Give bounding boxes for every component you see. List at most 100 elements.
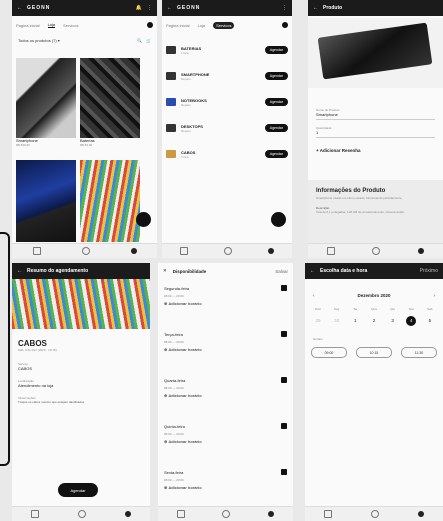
recents-icon[interactable]	[180, 247, 188, 255]
recents-icon[interactable]	[324, 510, 333, 518]
time-slot[interactable]: 11:30	[401, 347, 437, 358]
back-icon[interactable]	[268, 248, 274, 254]
date-cell[interactable]: 30	[330, 316, 344, 326]
more-menu-icon[interactable]: ⋮	[147, 5, 152, 11]
checkbox-icon[interactable]	[281, 377, 287, 383]
recents-icon[interactable]	[32, 247, 41, 255]
tab-shop[interactable]: Loja	[47, 22, 56, 28]
screen-title: Resumo do agendamento	[27, 268, 89, 274]
schedule-button[interactable]: Agendar	[264, 72, 288, 80]
back-arrow-icon[interactable]: ←	[313, 5, 318, 11]
schedule-button[interactable]: Agendar	[264, 46, 288, 54]
time-range[interactable]: 08:00 — 20:00	[164, 340, 287, 344]
tab-home[interactable]: Pagina inicial	[16, 23, 40, 28]
add-time-label: Adicionar horário	[168, 347, 202, 352]
back-icon[interactable]	[130, 248, 137, 254]
laptop-image[interactable]	[16, 160, 76, 242]
filter-dropdown[interactable]: Todos os produtos (7) ▾	[18, 38, 60, 43]
back-arrow-icon[interactable]: ←	[17, 268, 22, 274]
checkbox-icon[interactable]	[281, 331, 287, 337]
tab-shop[interactable]: Loja	[198, 23, 206, 28]
day-name: Terça-feira	[164, 331, 183, 337]
add-time-button[interactable]: ⊕ Adicionar horário	[164, 301, 287, 306]
app-bar: ← Resumo do agendamento	[12, 263, 150, 279]
tab-services[interactable]: Servicos	[63, 23, 78, 28]
add-review-button[interactable]: + Adicionar Resenha	[316, 148, 435, 153]
more-menu-icon[interactable]: ⋮	[282, 5, 287, 11]
recents-icon[interactable]	[176, 510, 185, 518]
date-cell[interactable]: 29	[311, 316, 325, 326]
next-button[interactable]: Próximo	[420, 268, 438, 274]
time-slot[interactable]: 09:00	[311, 347, 347, 358]
home-icon[interactable]	[370, 510, 379, 518]
back-icon[interactable]	[268, 511, 275, 517]
add-time-button[interactable]: ⊕ Adicionar horário	[164, 485, 287, 490]
tab-home[interactable]: Pagina inicial	[166, 23, 190, 28]
service-row[interactable]: DESKTOPS Reparo Agendar	[166, 120, 288, 136]
add-time-button[interactable]: ⊕ Adicionar horário	[164, 347, 287, 352]
back-icon[interactable]	[417, 511, 424, 517]
tab-services[interactable]: Servicos	[213, 21, 235, 29]
app-bar: ← Produto	[308, 0, 443, 16]
checkbox-icon[interactable]	[281, 423, 287, 429]
schedule-button[interactable]: Agendar	[264, 98, 288, 106]
search-icon[interactable]: 🔍	[137, 38, 142, 43]
add-product-fab[interactable]	[136, 212, 151, 227]
qty-field[interactable]: 1	[316, 130, 435, 138]
cables-image[interactable]	[80, 160, 140, 242]
cable-icon	[166, 150, 176, 158]
product-card[interactable]: Smartphone R$ 500,00	[16, 58, 76, 147]
recents-icon[interactable]	[31, 510, 40, 518]
service-row[interactable]: NOTEBOOKS Reparo Agendar	[166, 94, 288, 110]
name-field[interactable]: Smartphone	[316, 112, 435, 120]
recents-icon[interactable]	[326, 247, 335, 255]
notification-icon[interactable]: 🔔	[136, 5, 142, 11]
back-icon[interactable]	[418, 248, 425, 254]
service-row[interactable]: CABOS Troca Agendar	[166, 146, 288, 162]
date-cell[interactable]: 5	[423, 316, 437, 326]
back-arrow-icon[interactable]: ←	[310, 268, 315, 274]
back-icon[interactable]	[124, 511, 131, 517]
schedule-button[interactable]: Agendar	[58, 483, 98, 497]
schedule-button[interactable]: Agendar	[264, 150, 288, 158]
service-row[interactable]: SMARTPHONE Reparo Agendar	[166, 68, 288, 84]
time-range[interactable]: 08:00 — 20:00	[164, 386, 287, 390]
date-cell-selected[interactable]: 4	[406, 316, 417, 326]
cart-icon[interactable]: 🛒	[146, 38, 151, 43]
date-cell[interactable]: 2	[367, 316, 381, 326]
time-range[interactable]: 08:00 — 20:00	[164, 294, 287, 298]
system-nav-bar	[308, 243, 443, 258]
day-name: Quinta-feira	[164, 423, 185, 429]
schedule-button[interactable]: Agendar	[264, 124, 288, 132]
add-time-label: Adicionar horário	[168, 439, 202, 444]
add-time-button[interactable]: ⊕ Adicionar horário	[164, 393, 287, 398]
home-icon[interactable]	[77, 510, 86, 518]
battery-icon	[166, 46, 176, 54]
checkbox-icon[interactable]	[281, 469, 287, 475]
date-cell[interactable]: 3	[386, 316, 400, 326]
time-slot[interactable]: 10:15	[356, 347, 392, 358]
back-arrow-icon[interactable]: ←	[17, 5, 22, 11]
back-arrow-icon[interactable]: ←	[167, 5, 172, 11]
avatar[interactable]	[147, 22, 153, 28]
save-button[interactable]: Salvar	[275, 269, 288, 274]
date-cell[interactable]: 1	[348, 316, 362, 326]
time-range[interactable]: 08:00 — 20:00	[164, 432, 287, 436]
checkbox-icon[interactable]	[281, 285, 287, 291]
home-icon[interactable]	[224, 247, 232, 255]
weekday-label: Qui	[390, 307, 395, 311]
add-service-fab[interactable]	[271, 212, 286, 227]
service-value: CABOS	[18, 366, 33, 371]
service-row[interactable]: BATERIAS Troca Agendar	[166, 42, 288, 58]
system-nav-bar	[12, 506, 150, 521]
home-icon[interactable]	[222, 510, 231, 518]
add-time-button[interactable]: ⊕ Adicionar horário	[164, 439, 287, 444]
home-icon[interactable]	[81, 247, 90, 255]
time-range[interactable]: 08:00 — 20:00	[164, 478, 287, 482]
product-card[interactable]: Baterias R$ 50,00	[80, 58, 140, 147]
avatar[interactable]	[282, 22, 288, 28]
close-icon[interactable]: ✕	[163, 268, 167, 274]
tab-bar: Pagina inicial Loja Servicos	[12, 18, 157, 32]
next-month-icon[interactable]: ›	[434, 293, 436, 298]
home-icon[interactable]	[372, 247, 381, 255]
